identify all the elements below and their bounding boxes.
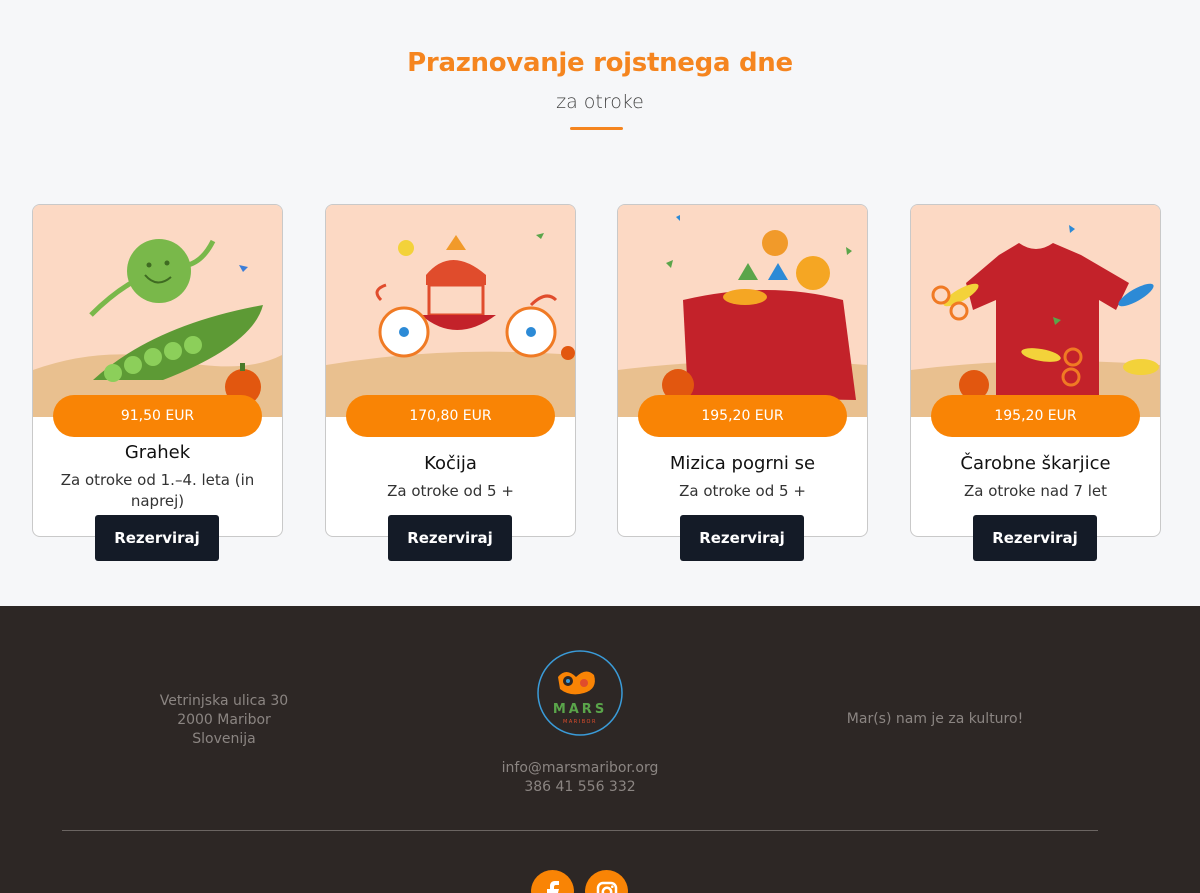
price-badge: 91,50 EUR [53,395,262,437]
price-badge: 195,20 EUR [638,395,847,437]
section-title: Praznovanje rojstnega dne [407,48,793,78]
address-street: Vetrinjska ulica 30 [159,693,289,709]
package-age: Za otroke od 5 + [387,482,514,500]
facebook-icon[interactable] [531,870,574,893]
package-age: Za otroke od 5 + [679,482,806,500]
section-subtitle: za otroke [556,91,644,113]
table-icon [618,205,867,417]
contact-email[interactable]: info@marsmaribor.org [480,759,680,778]
package-name: Grahek [124,442,191,463]
birthday-section: Praznovanje rojstnega dne za otroke 91,5… [0,0,1200,606]
reserve-button[interactable]: Rezerviraj [680,515,804,561]
scissors-shirt-icon [911,205,1160,417]
package-card-mizica: 195,20 EUR Mizica pogrni se Za otroke od… [617,204,868,561]
package-card-carobne-skarjice: 195,20 EUR Čarobne škarjice Za otroke na… [910,204,1161,561]
instagram-icon[interactable] [585,870,628,893]
site-footer: Vetrinjska ulica 30 2000 Maribor Sloveni… [0,606,1200,893]
address-city: 2000 Maribor [177,712,271,728]
reserve-button[interactable]: Rezerviraj [388,515,512,561]
footer-divider [62,830,1098,831]
price-badge: 195,20 EUR [931,395,1140,437]
address-country: Slovenija [192,731,256,747]
package-name: Kočija [424,453,477,474]
logo-text: MARS [553,702,607,717]
contact-phone[interactable]: 386 41 556 332 [480,778,680,797]
logo-subtext: MARIBOR [563,719,597,725]
footer-contact: info@marsmaribor.org 386 41 556 332 [480,759,680,797]
package-age: Za otroke nad 7 let [963,482,1108,500]
footer-address: Vetrinjska ulica 30 2000 Maribor Sloveni… [124,692,324,749]
package-name: Mizica pogrni se [669,453,816,474]
mars-logo[interactable]: MARS MARIBOR [536,649,624,737]
package-name: Čarobne škarjice [960,453,1111,474]
carriage-icon [326,205,575,417]
footer-slogan: Mar(s) nam je za kulturo! [846,711,1024,727]
title-underline [570,127,623,130]
package-card-kocija: 170,80 EUR Kočija Za otroke od 5 + Rezer… [325,204,576,561]
reserve-button[interactable]: Rezerviraj [95,515,219,561]
pea-icon [33,205,282,417]
price-badge: 170,80 EUR [346,395,555,437]
reserve-button[interactable]: Rezerviraj [973,515,1097,561]
package-card-grahek: 91,50 EUR Grahek Za otroke od 1.–4. leta… [32,204,283,561]
package-age: Za otroke od 1.–4. leta (in naprej) [60,471,255,510]
